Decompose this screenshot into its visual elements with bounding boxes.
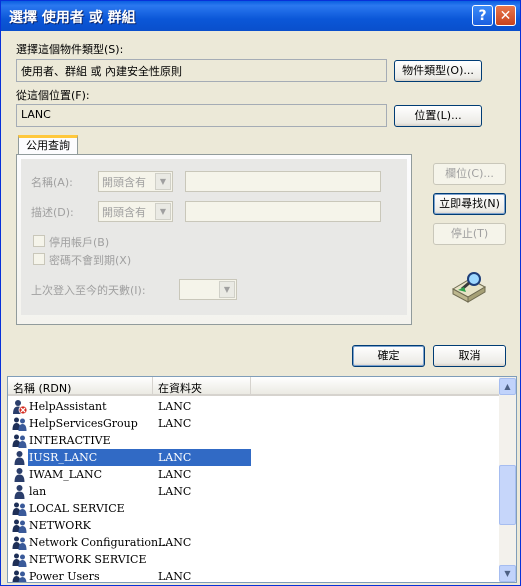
list-item[interactable]: LOCAL SERVICE bbox=[8, 500, 500, 517]
object-type-label: 選擇這個物件類型(S): bbox=[16, 43, 124, 56]
window-title: 選擇 使用者 或 群組 bbox=[9, 10, 136, 26]
column-header-folder[interactable]: 在資料夾 bbox=[153, 377, 251, 396]
user-icon bbox=[12, 484, 27, 499]
list-item-name: HelpAssistant bbox=[29, 400, 107, 413]
list-item[interactable]: HelpAssistant LANC bbox=[8, 398, 500, 415]
list-item[interactable]: NETWORK SERVICE bbox=[8, 551, 500, 568]
name-text-input bbox=[185, 171, 381, 192]
disabled-accounts-checkbox bbox=[33, 235, 45, 247]
chevron-down-icon: ▼ bbox=[219, 281, 235, 298]
select-users-dialog: 選擇 使用者 或 群組 ? ✕ 選擇這個物件類型(S): 使用者、群組 或 內建… bbox=[0, 0, 521, 586]
list-item-folder: LANC bbox=[158, 570, 192, 583]
group-icon bbox=[12, 552, 27, 567]
list-item[interactable]: NETWORK bbox=[8, 517, 500, 534]
list-item-name: NETWORK bbox=[29, 519, 91, 532]
search-directory-icon bbox=[451, 272, 487, 303]
location-field: LANC bbox=[16, 104, 387, 127]
tab-common-queries[interactable]: 公用查詢 bbox=[18, 135, 78, 155]
list-item-name: NETWORK SERVICE bbox=[29, 553, 147, 566]
list-item-name: IWAM_LANC bbox=[29, 468, 103, 481]
group-icon bbox=[12, 433, 27, 448]
list-item-name: IUSR_LANC bbox=[29, 451, 98, 464]
title-bar[interactable]: 選擇 使用者 或 群組 ? ✕ bbox=[1, 1, 520, 31]
list-item[interactable]: IWAM_LANC LANC bbox=[8, 466, 500, 483]
non-expiring-password-label: 密碼不會到期(X) bbox=[49, 254, 132, 267]
locations-button[interactable]: 位置(L)... bbox=[394, 105, 482, 127]
user-icon bbox=[12, 450, 27, 465]
list-item-folder: LANC bbox=[158, 400, 192, 413]
vertical-scrollbar[interactable]: ▲ ▼ bbox=[499, 377, 516, 582]
list-item-name: LOCAL SERVICE bbox=[29, 502, 125, 515]
list-item-folder: LANC bbox=[158, 485, 192, 498]
group-icon bbox=[12, 569, 27, 582]
list-item-name: lan bbox=[29, 485, 47, 498]
column-header-name[interactable]: 名稱 (RDN) bbox=[8, 377, 153, 396]
list-item[interactable]: lan LANC bbox=[8, 483, 500, 500]
help-button[interactable]: ? bbox=[472, 5, 493, 26]
chevron-down-icon: ▼ bbox=[155, 203, 171, 220]
list-item-name: INTERACTIVE bbox=[29, 434, 111, 447]
desc-combo-value: 開頭含有 bbox=[102, 206, 146, 219]
query-inner-panel: 名稱(A): 開頭含有 ▼ 描述(D): 開頭含有 ▼ 停用帳戶(B) 密碼不會… bbox=[21, 159, 407, 315]
user-icon bbox=[12, 467, 27, 482]
list-item[interactable]: INTERACTIVE bbox=[8, 432, 500, 449]
list-item-folder: LANC bbox=[158, 468, 192, 481]
group-icon bbox=[12, 416, 27, 431]
list-item[interactable]: Network Configuration... LANC bbox=[8, 534, 500, 551]
disabled-accounts-label: 停用帳戶(B) bbox=[49, 236, 110, 249]
description-label: 描述(D): bbox=[31, 206, 74, 219]
list-item[interactable]: HelpServicesGroup LANC bbox=[8, 415, 500, 432]
scroll-thumb[interactable] bbox=[499, 465, 516, 525]
name-combo-value: 開頭含有 bbox=[102, 176, 146, 189]
scroll-down-button[interactable]: ▼ bbox=[499, 565, 516, 582]
group-icon bbox=[12, 535, 27, 550]
ok-button[interactable]: 確定 bbox=[352, 345, 425, 367]
search-results-list[interactable]: 名稱 (RDN) 在資料夾 HelpAssistant LANC HelpServi… bbox=[7, 376, 517, 583]
location-label: 從這個位置(F): bbox=[16, 89, 90, 102]
disabled-user-icon bbox=[12, 399, 28, 415]
name-label: 名稱(A): bbox=[31, 176, 73, 189]
name-match-combo: 開頭含有 ▼ bbox=[98, 171, 173, 192]
list-item-name: Power Users bbox=[29, 570, 100, 583]
days-since-logon-label: 上次登入至今的天數(I): bbox=[31, 284, 146, 297]
columns-button[interactable]: 欄位(C)... bbox=[433, 163, 506, 185]
list-item-folder: LANC bbox=[158, 451, 192, 464]
object-type-field: 使用者、群組 或 內建安全性原則 bbox=[16, 59, 387, 82]
description-match-combo: 開頭含有 ▼ bbox=[98, 201, 173, 222]
object-types-button[interactable]: 物件類型(O)... bbox=[394, 60, 482, 82]
list-item-name: HelpServicesGroup bbox=[29, 417, 138, 430]
list-item-name: Network Configuration... bbox=[29, 536, 169, 549]
list-item-folder: LANC bbox=[158, 417, 192, 430]
list-item-folder: LANC bbox=[158, 536, 192, 549]
cancel-button[interactable]: 取消 bbox=[433, 345, 506, 367]
column-header-empty bbox=[251, 377, 501, 396]
description-text-input bbox=[185, 201, 381, 222]
non-expiring-password-checkbox bbox=[33, 253, 45, 265]
common-queries-panel: 名稱(A): 開頭含有 ▼ 描述(D): 開頭含有 ▼ 停用帳戶(B) 密碼不會… bbox=[16, 154, 412, 325]
chevron-down-icon: ▼ bbox=[155, 173, 171, 190]
find-now-button[interactable]: 立即尋找(N) bbox=[433, 193, 506, 215]
close-button[interactable]: ✕ bbox=[495, 5, 516, 26]
list-item[interactable]: IUSR_LANC LANC bbox=[8, 449, 500, 466]
group-icon bbox=[12, 501, 27, 516]
group-icon bbox=[12, 518, 27, 533]
list-item[interactable]: Power Users LANC bbox=[8, 568, 500, 583]
days-since-logon-combo: ▼ bbox=[179, 279, 237, 300]
stop-button[interactable]: 停止(T) bbox=[433, 223, 506, 245]
scroll-up-button[interactable]: ▲ bbox=[499, 378, 516, 395]
